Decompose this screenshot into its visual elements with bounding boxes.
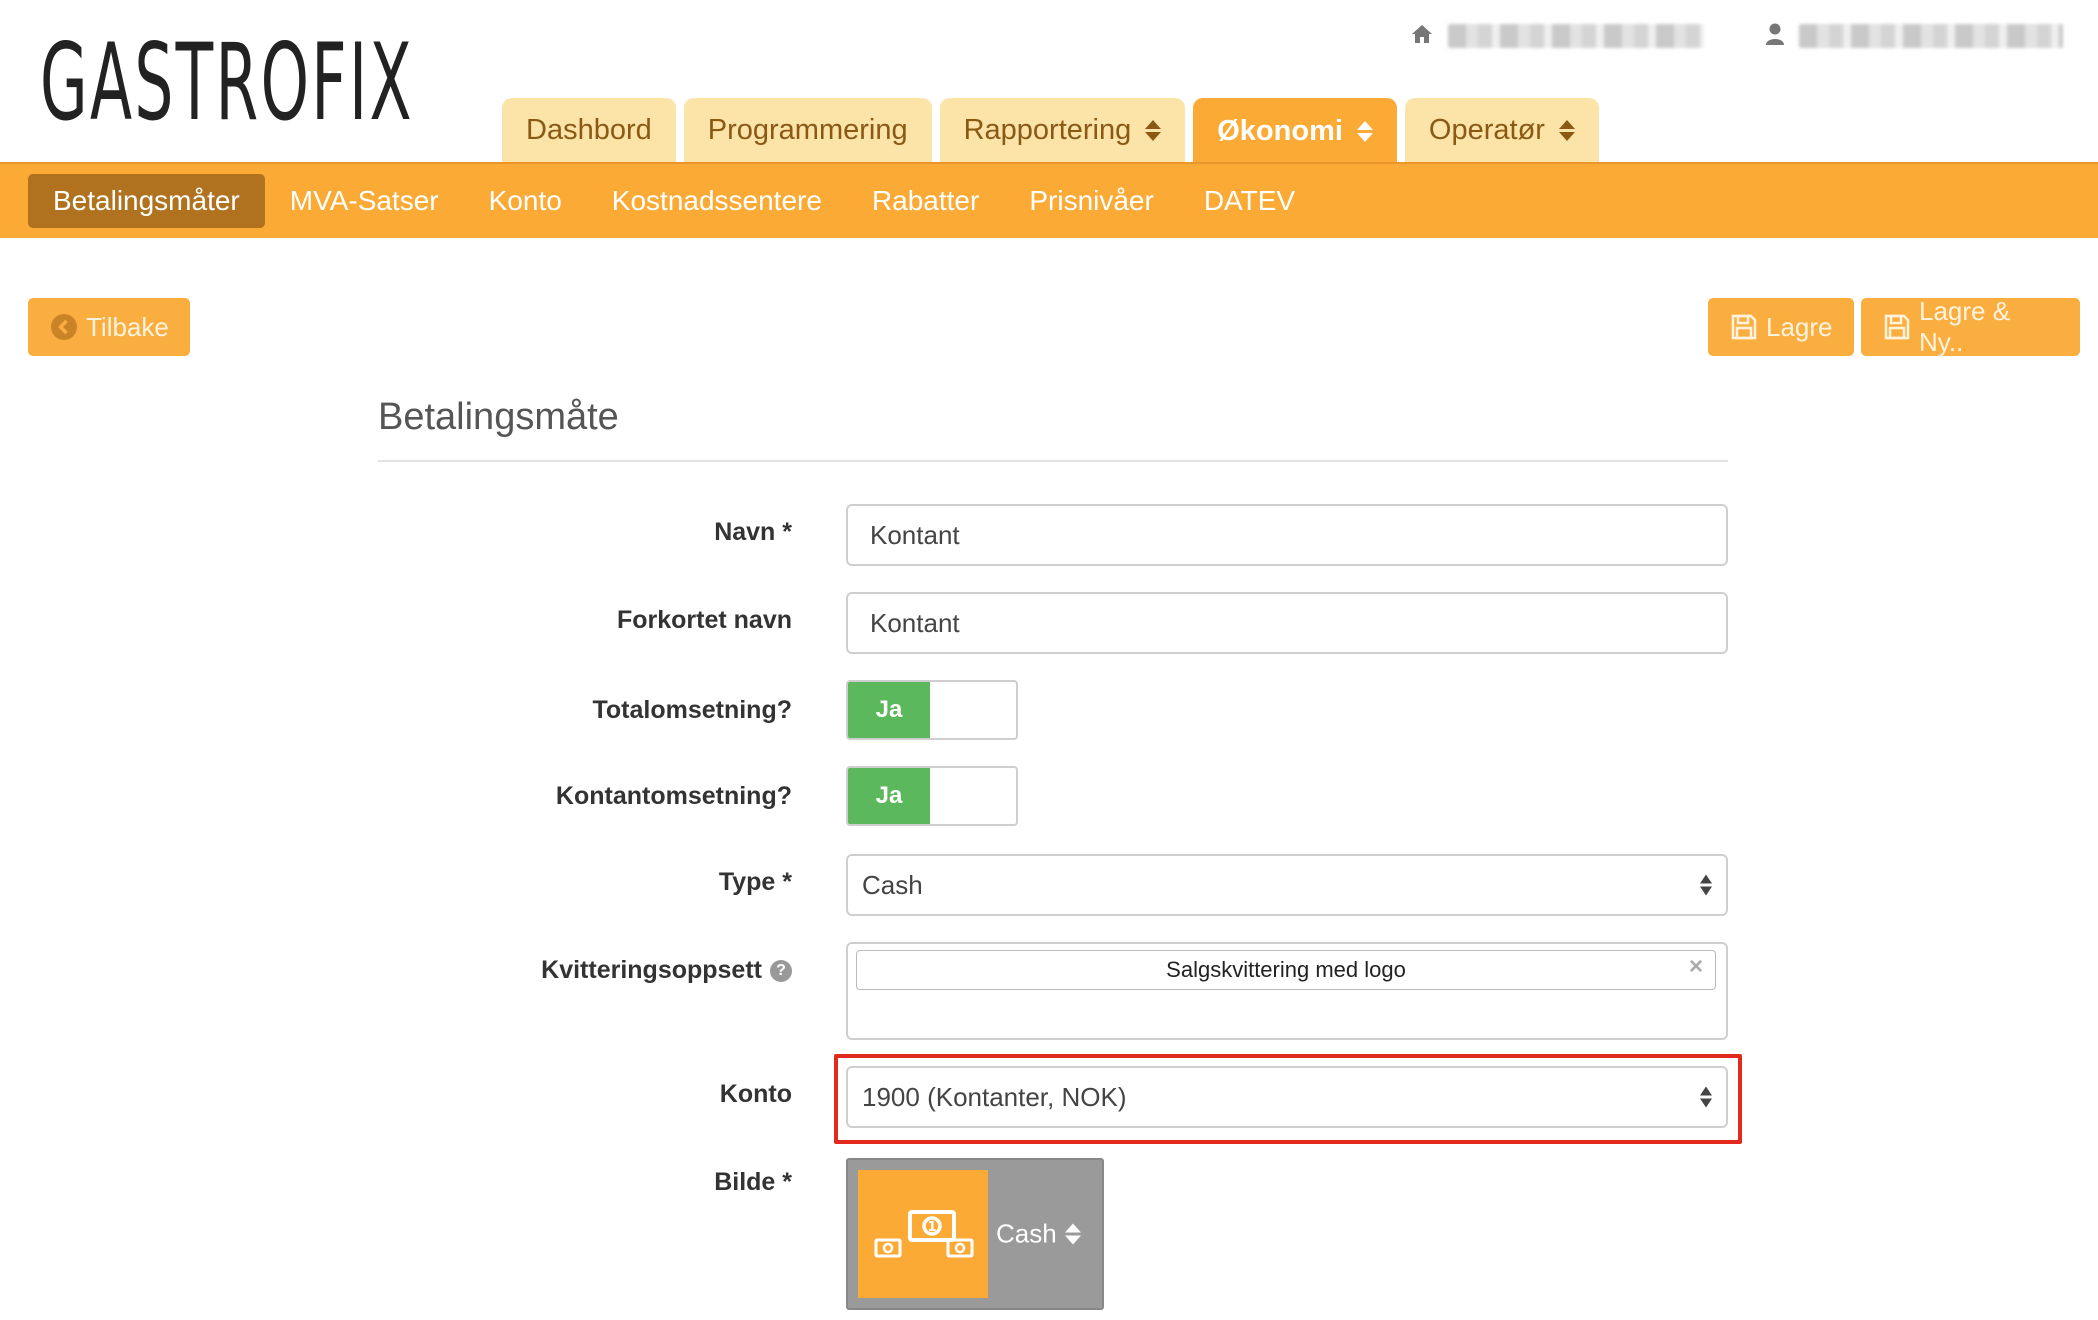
user-account-link[interactable] [1765,20,2063,52]
toggle-handle [930,768,1016,824]
chevron-left-circle-icon [50,313,78,341]
subnav-item-datev[interactable]: DATEV [1179,174,1320,228]
subnav-item-kostnadssentere[interactable]: Kostnadssentere [587,174,847,228]
toggle-on-label: Ja [848,682,930,738]
save-button-label: Lagre [1766,311,1833,342]
subnav-item-betalingsmater[interactable]: Betalingsmåter [28,174,265,228]
gastrofix-logo: GASTROFIX [40,21,414,144]
tab-label: Rapportering [963,113,1132,146]
image-picker-value: Cash [996,1218,1057,1249]
type-select-value: Cash [862,869,923,900]
cash-turnover-label: Kontantomsetning? [555,782,792,810]
tab-dashbord[interactable]: Dashbord [502,98,676,162]
name-input[interactable]: Kontant [846,504,1728,566]
remove-chip-icon[interactable]: × [1689,953,1703,981]
tab-label: Økonomi [1217,114,1343,147]
total-turnover-toggle[interactable]: Ja [846,680,1018,740]
receipt-layout-multiselect[interactable]: Salgskvittering med logo × [846,942,1728,1040]
redacted-account-name [1448,24,1704,48]
home-icon [1410,23,1434,50]
subnav-item-mva-satser[interactable]: MVA-Satser [265,174,464,228]
receipt-layout-label: Kvitteringsoppsett ? [541,956,792,985]
receipt-layout-label-text: Kvitteringsoppsett [541,956,762,984]
svg-text:1: 1 [927,1220,936,1235]
toggle-on-label: Ja [848,768,930,824]
chip-label: Salgskvittering med logo [1166,957,1406,982]
toggle-handle [930,682,1016,738]
user-icon [1765,22,1785,51]
sort-caret-icon [1356,120,1373,142]
account-label: Konto [719,1080,792,1108]
back-button[interactable]: Tilbake [28,298,190,356]
save-button[interactable]: Lagre [1708,298,1854,356]
cash-turnover-toggle[interactable]: Ja [846,766,1018,826]
short-name-input-value: Kontant [870,607,960,638]
floppy-disk-icon [1883,313,1911,341]
type-label: Type * [718,868,792,896]
subnav-item-rabatter[interactable]: Rabatter [847,174,1004,228]
divider [378,460,1728,462]
tab-okonomi[interactable]: Økonomi [1193,98,1397,164]
name-label: Navn * [714,518,792,546]
short-name-label: Forkortet navn [616,606,792,634]
main-tabs: Dashbord Programmering Rapportering Økon… [502,98,1599,164]
save-and-new-button-label: Lagre & Ny.. [1919,296,2011,357]
account-select[interactable]: 1900 (Kontanter, NOK) [846,1066,1728,1128]
short-name-input[interactable]: Kontant [846,592,1728,654]
subnav-item-prisnivaer[interactable]: Prisnivåer [1004,174,1178,228]
redacted-user-name [1799,24,2063,48]
form-title: Betalingsmåte [378,396,619,438]
select-arrows-icon [1700,874,1712,896]
total-turnover-label: Totalomsetning? [592,696,792,724]
selected-receipt-layout-chip: Salgskvittering med logo × [856,950,1716,990]
subnav-item-konto[interactable]: Konto [464,174,587,228]
sub-navigation: Betalingsmåter MVA-Satser Konto Kostnads… [0,162,2098,238]
sort-caret-icon [1145,119,1162,141]
back-button-label: Tilbake [86,311,169,342]
select-arrows-icon [1700,1086,1712,1108]
tab-programmering[interactable]: Programmering [683,98,932,162]
tab-label: Operatør [1428,113,1545,146]
cash-money-icon: 1 [858,1170,988,1298]
image-picker[interactable]: 1 Cash [846,1158,1104,1310]
image-picker-label: Cash [996,1219,1081,1250]
floppy-disk-icon [1730,313,1758,341]
sort-caret-icon [1558,119,1575,141]
type-select[interactable]: Cash [846,854,1728,916]
name-input-value: Kontant [870,519,960,550]
image-label: Bilde * [714,1168,792,1196]
tab-label: Programmering [707,113,908,146]
tab-operator[interactable]: Operatør [1404,98,1599,162]
tab-rapportering[interactable]: Rapportering [939,98,1186,162]
home-account-link[interactable] [1410,20,1704,52]
save-and-new-button[interactable]: Lagre & Ny.. [1861,296,2080,357]
account-select-value: 1900 (Kontanter, NOK) [862,1081,1127,1112]
tab-label: Dashbord [526,113,652,146]
sort-caret-icon [1064,1223,1081,1245]
help-icon[interactable]: ? [770,959,792,982]
